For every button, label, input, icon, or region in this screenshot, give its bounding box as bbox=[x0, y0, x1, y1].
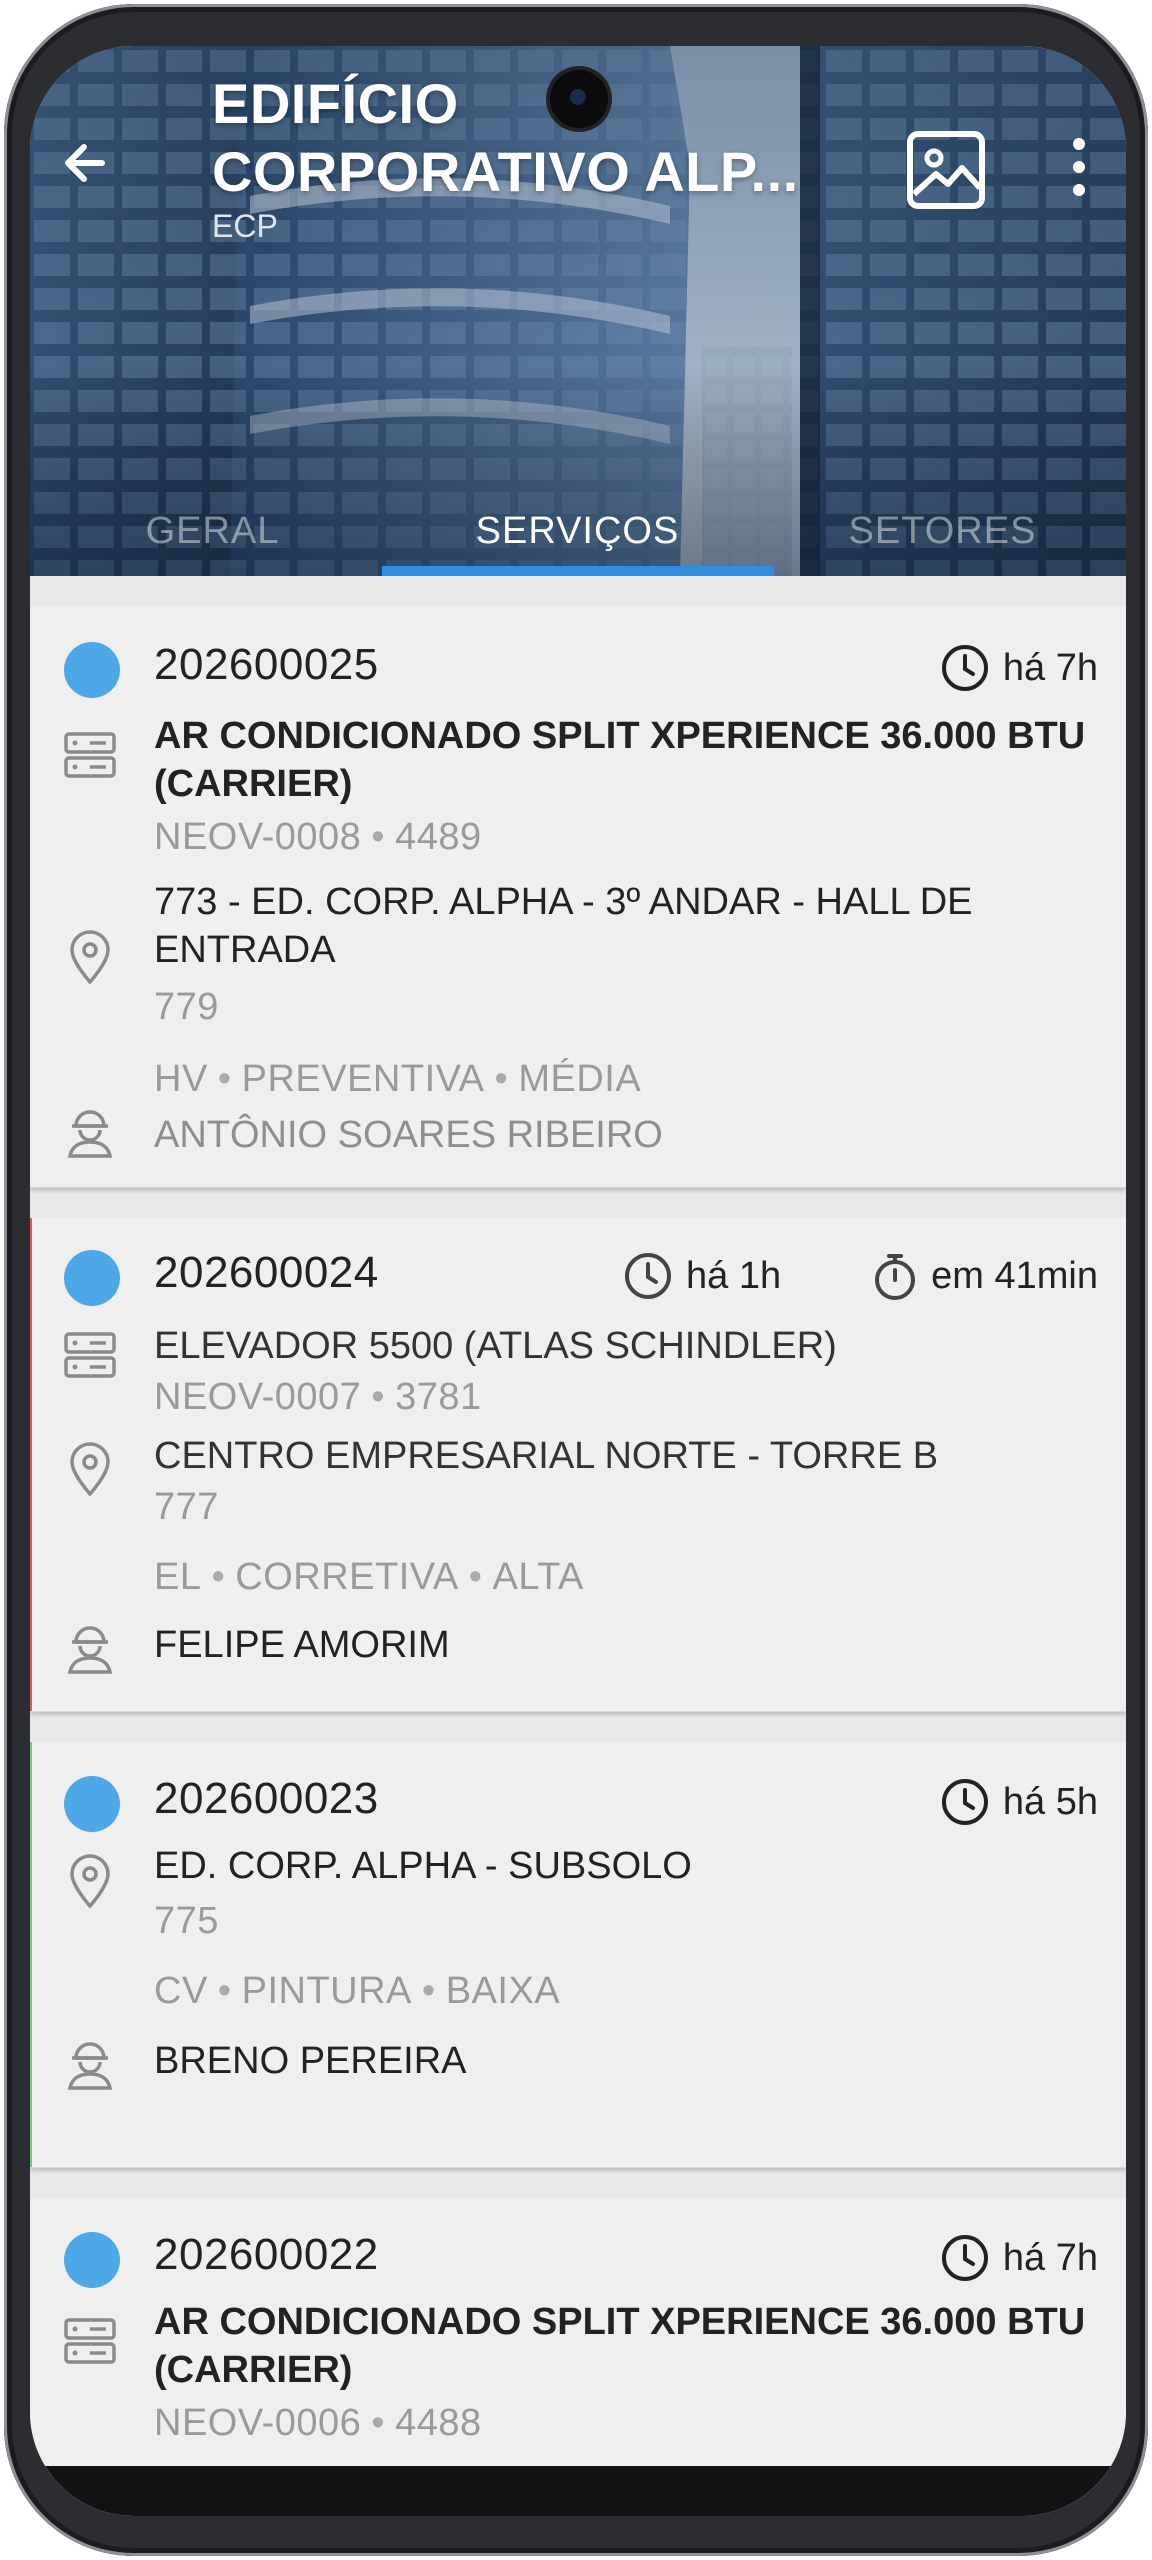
deadline: em 41min bbox=[871, 1250, 1098, 1302]
tab-setores[interactable]: SETORES bbox=[760, 486, 1125, 576]
meta-category: EL bbox=[154, 1556, 202, 1598]
location-name: ED. CORP. ALPHA - SUBSOLO bbox=[154, 1845, 692, 1887]
arrow-left-icon[interactable] bbox=[50, 128, 120, 198]
equipment-id: 3781 bbox=[395, 1376, 482, 1418]
meta-priority: BAIXA bbox=[445, 1970, 561, 2012]
service-number: 202600023 bbox=[154, 1774, 379, 1823]
location-pin-icon bbox=[70, 1442, 110, 1497]
location-pin-icon bbox=[70, 1854, 110, 1909]
technician-name: ANTÔNIO SOARES RIBEIRO bbox=[154, 1114, 663, 1156]
clock-icon bbox=[941, 645, 988, 691]
bottom-bezel bbox=[30, 2466, 1126, 2516]
tab-geral[interactable]: GERAL bbox=[30, 486, 395, 576]
status-dot bbox=[64, 642, 120, 698]
service-card[interactable]: 202600025 há 7h AR CONDICIONADO SPLIT XP… bbox=[30, 606, 1126, 1188]
equipment-icon bbox=[64, 2318, 116, 2364]
priority-edge bbox=[30, 1218, 32, 1711]
meta-category: HV bbox=[154, 1058, 208, 1100]
technician-icon bbox=[67, 2042, 113, 2090]
equipment-code-line: NEOV-0008 • 4489 bbox=[154, 816, 482, 858]
tab-bar: GERAL SERVIÇOS SETORES bbox=[30, 486, 1126, 576]
tab-indicator bbox=[382, 566, 774, 576]
header: EDIFÍCIO CORPORATIVO ALP... ECP GERAL SE… bbox=[30, 46, 1126, 576]
clock-icon bbox=[941, 2235, 988, 2281]
time-elapsed: há 5h bbox=[939, 1776, 1098, 1828]
meta-priority: MÉDIA bbox=[518, 1058, 642, 1100]
equipment-name: AR CONDICIONADO SPLIT XPERIENCE 36.000 B… bbox=[154, 715, 1086, 805]
equipment-icon bbox=[64, 732, 116, 778]
meta-type: CORRETIVA bbox=[235, 1556, 459, 1598]
time-label: há 1h bbox=[686, 1254, 782, 1297]
service-meta: EL • CORRETIVA • ALTA bbox=[154, 1556, 584, 1598]
service-card[interactable]: 202600023 há 5h ED. CORP. ALPHA - SUBSOL… bbox=[30, 1742, 1126, 2168]
app-screen: EDIFÍCIO CORPORATIVO ALP... ECP GERAL SE… bbox=[30, 46, 1126, 2516]
deadline-label: em 41min bbox=[931, 1254, 1098, 1297]
tab-servicos[interactable]: SERVIÇOS bbox=[395, 486, 760, 576]
location-name: CENTRO EMPRESARIAL NORTE - TORRE B bbox=[154, 1435, 939, 1477]
equipment-name: ELEVADOR 5500 (ATLAS SCHINDLER) bbox=[154, 1325, 837, 1367]
clock-icon bbox=[625, 1253, 671, 1299]
timer-icon bbox=[875, 1254, 916, 1300]
time-elapsed: há 7h bbox=[939, 642, 1098, 694]
time-label: há 5h bbox=[1002, 1780, 1098, 1823]
service-number: 202600025 bbox=[154, 640, 379, 689]
equipment-id: 4489 bbox=[395, 816, 482, 858]
time-label: há 7h bbox=[1002, 2236, 1098, 2279]
equipment-code-line: NEOV-0007 • 3781 bbox=[154, 1376, 482, 1418]
service-meta: HV • PREVENTIVA • MÉDIA bbox=[154, 1058, 642, 1100]
location-name: 773 - ED. CORP. ALPHA - 3º ANDAR - HALL … bbox=[154, 881, 973, 971]
location-id: 779 bbox=[154, 986, 219, 1028]
equipment-code: NEOV-0006 bbox=[154, 2402, 362, 2444]
technician-icon bbox=[67, 1110, 113, 1158]
time-elapsed: há 7h bbox=[939, 2232, 1098, 2284]
status-dot bbox=[64, 1250, 120, 1306]
time-elapsed: há 1h bbox=[622, 1250, 781, 1302]
meta-priority: ALTA bbox=[492, 1556, 584, 1598]
location-id: 775 bbox=[154, 1900, 219, 1942]
phone-frame: EDIFÍCIO CORPORATIVO ALP... ECP GERAL SE… bbox=[4, 4, 1148, 2556]
service-card[interactable]: 202600024 há 1h em 41min ELEVADOR 5500 (… bbox=[30, 1218, 1126, 1712]
technician-name: BRENO PEREIRA bbox=[154, 2040, 467, 2082]
title-line-1: EDIFÍCIO bbox=[212, 72, 459, 135]
technician-name: FELIPE AMORIM bbox=[154, 1624, 450, 1666]
equipment-icon bbox=[64, 1332, 116, 1378]
meta-type: PREVENTIVA bbox=[241, 1058, 485, 1100]
equipment-name: AR CONDICIONADO SPLIT XPERIENCE 36.000 B… bbox=[154, 2301, 1086, 2391]
meta-category: CV bbox=[154, 1970, 208, 2012]
page-title: EDIFÍCIO CORPORATIVO ALP... bbox=[212, 70, 812, 206]
priority-edge bbox=[30, 1742, 32, 2167]
image-icon[interactable] bbox=[904, 128, 988, 212]
service-number: 202600022 bbox=[154, 2230, 379, 2279]
service-meta: CV • PINTURA • BAIXA bbox=[154, 1970, 561, 2012]
page-subtitle: ECP bbox=[212, 208, 278, 244]
title-block: EDIFÍCIO CORPORATIVO ALP... ECP bbox=[212, 70, 812, 245]
time-label: há 7h bbox=[1002, 646, 1098, 689]
technician-icon bbox=[67, 1626, 113, 1674]
equipment-code-line: NEOV-0006 • 4488 bbox=[154, 2402, 482, 2444]
equipment-code: NEOV-0008 bbox=[154, 816, 362, 858]
status-dot bbox=[64, 1776, 120, 1832]
status-dot bbox=[64, 2232, 120, 2288]
more-vertical-icon[interactable] bbox=[1064, 132, 1094, 202]
location-id: 777 bbox=[154, 1486, 219, 1528]
location-pin-icon bbox=[70, 930, 110, 985]
equipment-id: 4488 bbox=[395, 2402, 482, 2444]
service-number: 202600024 bbox=[154, 1248, 379, 1297]
title-line-2: CORPORATIVO ALP... bbox=[212, 140, 799, 203]
clock-icon bbox=[941, 1779, 988, 1825]
meta-type: PINTURA bbox=[241, 1970, 412, 2012]
equipment-code: NEOV-0007 bbox=[154, 1376, 362, 1418]
